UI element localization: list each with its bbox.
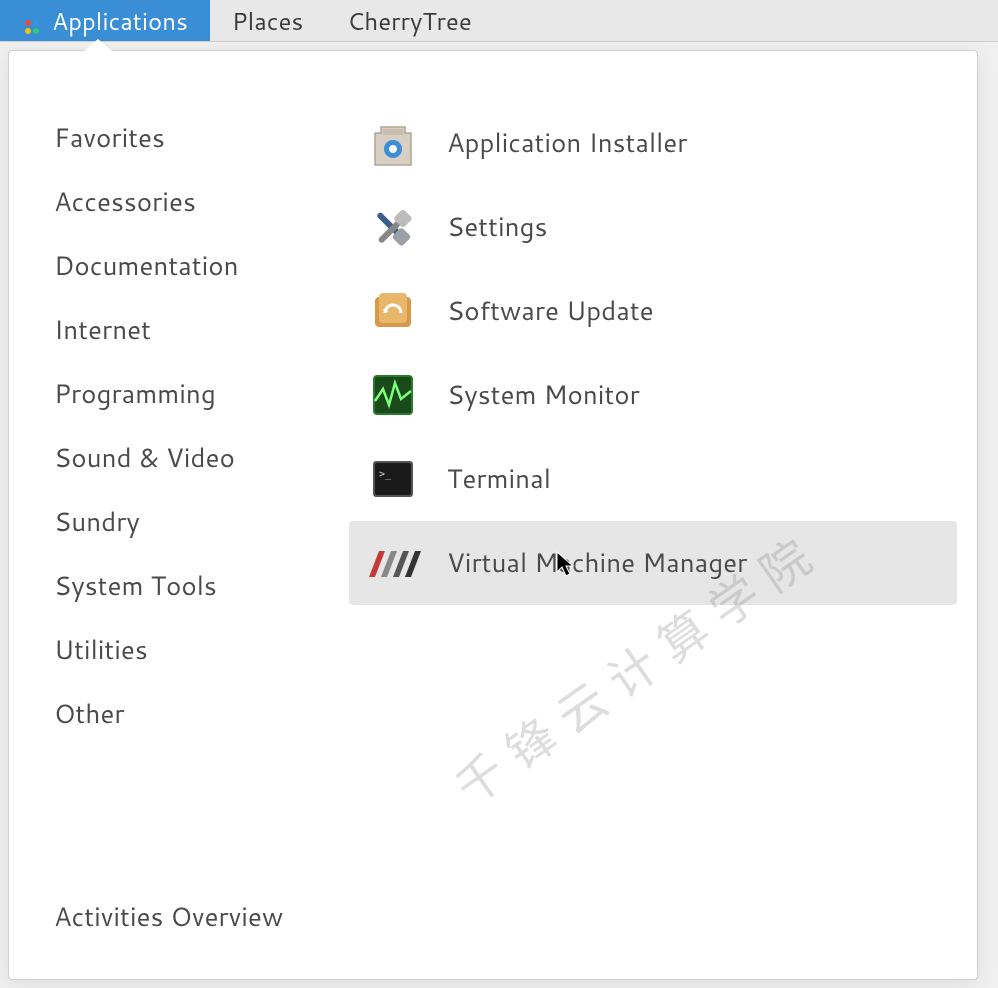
app-terminal[interactable]: >_ Terminal — [349, 437, 957, 521]
gnome-logo-icon — [22, 11, 42, 31]
menu-applications[interactable]: Applications — [0, 0, 210, 41]
app-application-installer[interactable]: Application Installer — [349, 101, 957, 185]
app-settings[interactable]: Settings — [349, 185, 957, 269]
vmm-icon — [365, 535, 421, 591]
top-panel: Applications Places CherryTree — [0, 0, 998, 42]
category-other[interactable]: Other — [54, 682, 309, 746]
menu-applications-label: Applications — [52, 4, 188, 38]
category-favorites[interactable]: Favorites — [54, 106, 309, 170]
menu-places-label: Places — [232, 4, 303, 38]
activities-overview[interactable]: Activities Overview — [54, 885, 309, 949]
app-label: Virtual Machine Manager — [447, 545, 747, 581]
applications-menu-popup: Favorites Accessories Documentation Inte… — [8, 50, 978, 980]
svg-text:>_: >_ — [379, 469, 392, 480]
app-software-update[interactable]: Software Update — [349, 269, 957, 353]
category-documentation[interactable]: Documentation — [54, 234, 309, 298]
category-system-tools[interactable]: System Tools — [54, 554, 309, 618]
category-internet[interactable]: Internet — [54, 298, 309, 362]
app-system-monitor[interactable]: System Monitor — [349, 353, 957, 437]
app-label: System Monitor — [447, 377, 640, 413]
category-sound-video[interactable]: Sound & Video — [54, 426, 309, 490]
menu-cherrytree[interactable]: CherryTree — [325, 0, 493, 41]
app-label: Software Update — [447, 293, 654, 329]
menu-places[interactable]: Places — [210, 0, 325, 41]
category-accessories[interactable]: Accessories — [54, 170, 309, 234]
app-virtual-machine-manager[interactable]: Virtual Machine Manager — [349, 521, 957, 605]
settings-icon — [365, 199, 421, 255]
app-list: Application Installer Settings — [339, 51, 977, 979]
app-label: Terminal — [447, 461, 551, 497]
category-list: Favorites Accessories Documentation Inte… — [9, 51, 339, 979]
category-programming[interactable]: Programming — [54, 362, 309, 426]
app-label: Settings — [447, 209, 547, 245]
installer-icon — [365, 115, 421, 171]
monitor-icon — [365, 367, 421, 423]
app-label: Application Installer — [447, 125, 687, 161]
update-icon — [365, 283, 421, 339]
category-utilities[interactable]: Utilities — [54, 618, 309, 682]
category-sundry[interactable]: Sundry — [54, 490, 309, 554]
menu-cherrytree-label: CherryTree — [347, 4, 471, 38]
terminal-icon: >_ — [365, 451, 421, 507]
